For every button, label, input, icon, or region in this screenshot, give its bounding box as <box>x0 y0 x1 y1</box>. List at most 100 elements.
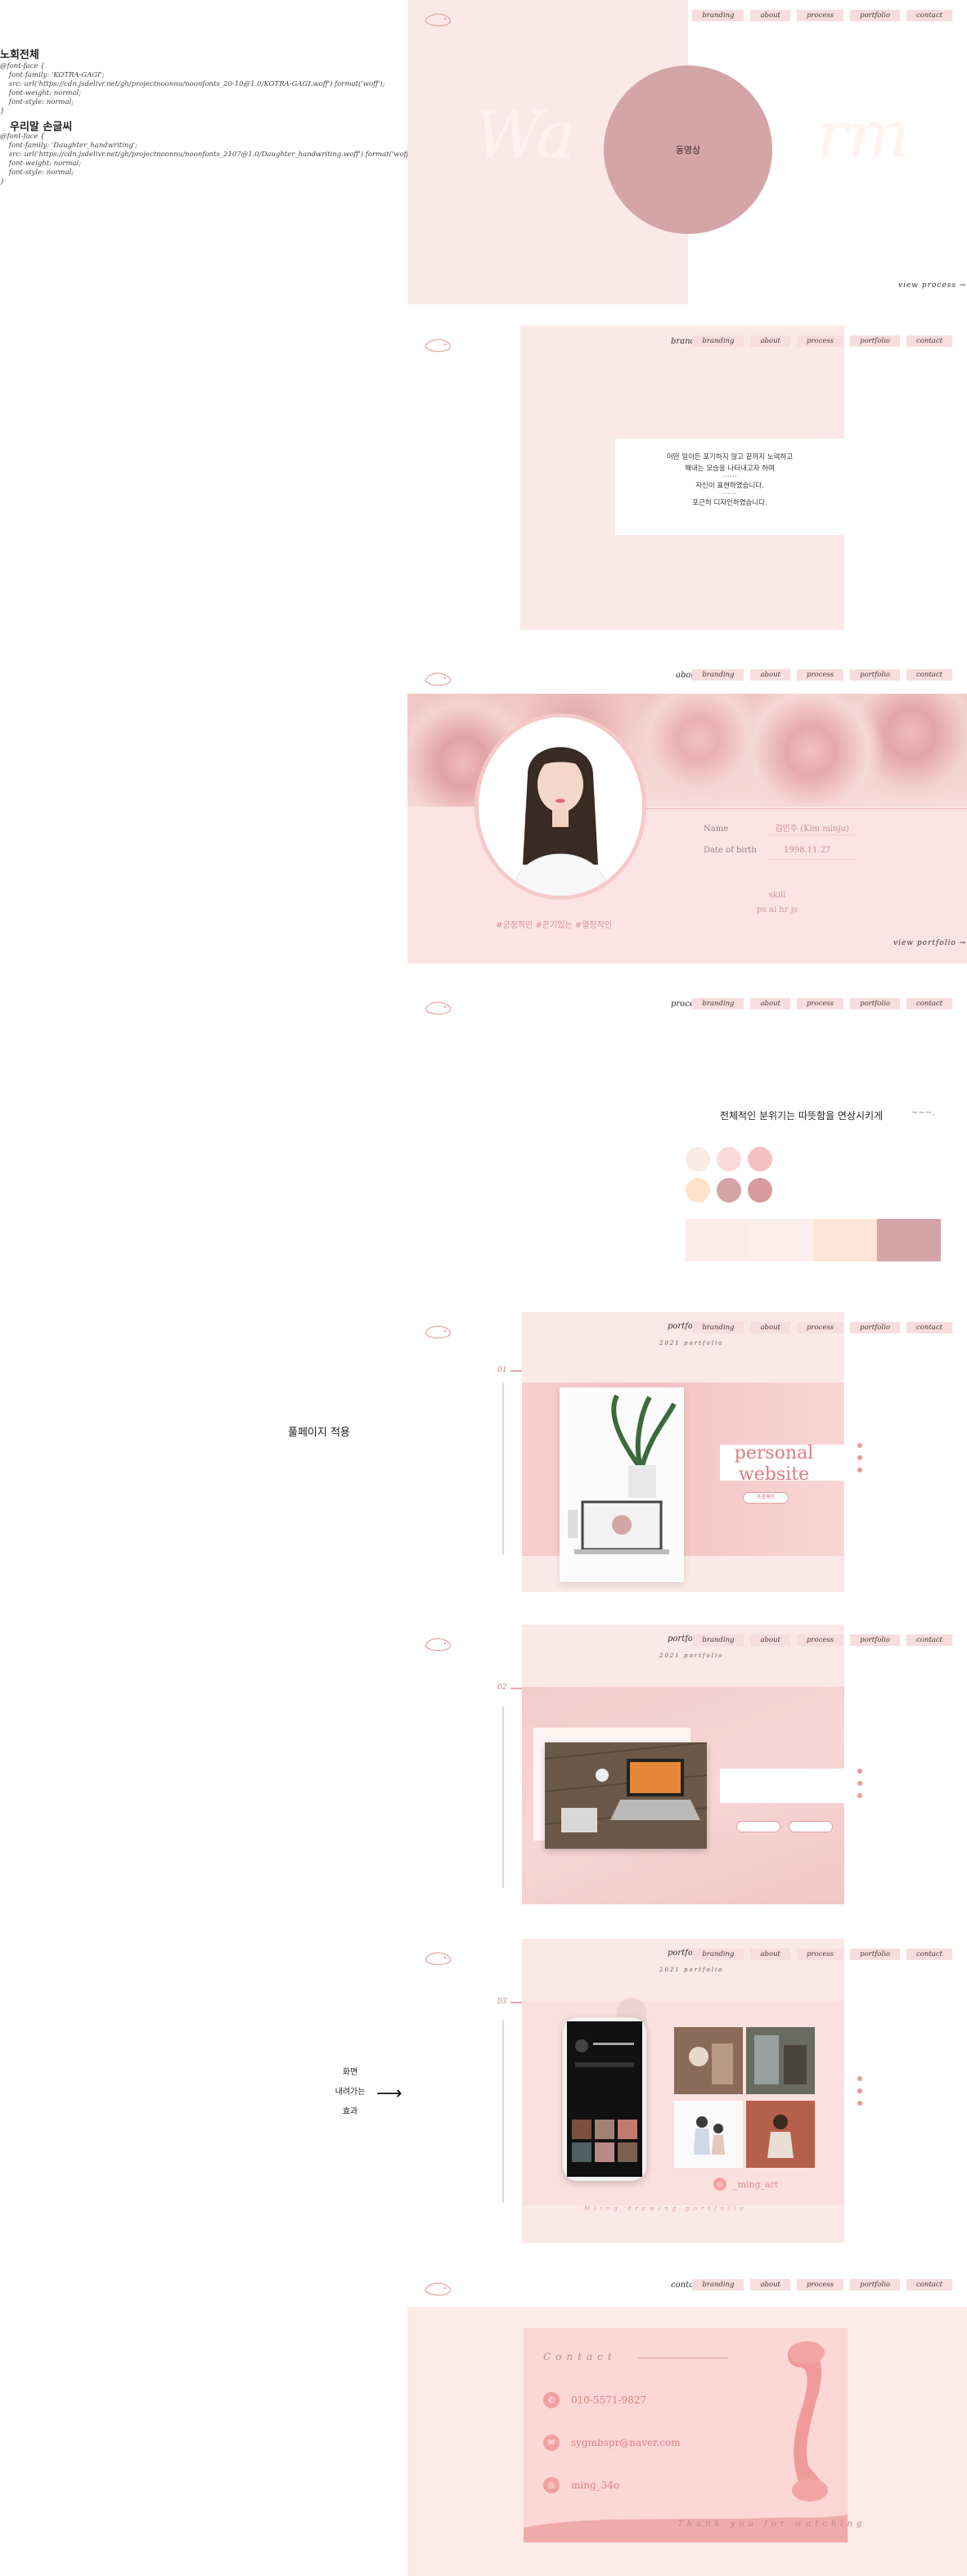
nav-branding[interactable]: branding <box>692 1949 744 1960</box>
font-code-block-2: @font-face { font-family: 'Daughter_hand… <box>0 133 416 186</box>
birth-label: Date of birth <box>704 846 757 855</box>
dot-3[interactable] <box>857 1468 862 1472</box>
nav-portfolio[interactable]: portfolio <box>850 1322 900 1333</box>
dot-2[interactable] <box>857 1455 862 1460</box>
nav-about[interactable]: about <box>750 669 790 681</box>
nav-contact[interactable]: contact <box>906 1322 952 1333</box>
instagram-handle[interactable]: ◎ _ming_art <box>713 2178 778 2191</box>
nav-contact[interactable]: contact <box>906 669 952 681</box>
nav-process[interactable]: process <box>796 1322 844 1333</box>
slide-about: about branding about process portfolio c… <box>407 659 967 964</box>
phone-text: 010-5571-9827 <box>571 2394 647 2406</box>
nav-portfolio[interactable]: portfolio <box>850 1634 900 1646</box>
dot-1[interactable] <box>857 1769 862 1774</box>
nav-contact[interactable]: contact <box>906 2279 952 2291</box>
logo-icon[interactable] <box>422 669 455 689</box>
portfolio-footer-text: Miing drawing portfolio <box>584 2205 748 2212</box>
nav-contact[interactable]: contact <box>906 335 952 347</box>
logo-icon[interactable] <box>422 335 455 355</box>
portfolio-subtitle: 2021 portfolio <box>659 1967 724 1973</box>
contact-email[interactable]: ✉ sygmbspr@naver.com <box>543 2434 681 2451</box>
view-process-link[interactable]: view process → <box>898 281 966 290</box>
nav-contact[interactable]: contact <box>906 10 952 21</box>
nav-portfolio[interactable]: portfolio <box>850 669 900 681</box>
nav-portfolio[interactable]: portfolio <box>850 1949 900 1960</box>
nav-about[interactable]: about <box>750 1322 790 1333</box>
nav-process[interactable]: process <box>796 1634 844 1646</box>
logo-icon[interactable] <box>422 998 455 1018</box>
nav-about[interactable]: about <box>750 1634 790 1646</box>
view-portfolio-link[interactable]: view portfolio → <box>893 939 966 947</box>
nav-branding[interactable]: branding <box>692 2279 744 2291</box>
logo-icon[interactable] <box>422 1949 455 1968</box>
nav-branding[interactable]: branding <box>692 10 744 21</box>
nav-branding[interactable]: branding <box>692 1634 744 1646</box>
dot-1[interactable] <box>857 1443 862 1448</box>
nav-process[interactable]: process <box>796 1949 844 1960</box>
top-nav: branding about process portfolio contact <box>692 669 952 681</box>
portfolio-subtitle: 2021 portfolio <box>659 1340 724 1346</box>
dot-1[interactable] <box>857 2076 862 2081</box>
logo-icon[interactable] <box>422 10 455 29</box>
project-button[interactable]: 프로젝트 <box>743 1492 789 1504</box>
instagram-icon: ◎ <box>713 2178 726 2191</box>
nav-process[interactable]: process <box>796 335 844 347</box>
desk-photo <box>544 1742 708 1849</box>
profile-photo <box>475 713 646 900</box>
dot-3[interactable] <box>857 1793 862 1798</box>
branding-line-1b: 해내는 모습을 나타내고자 하며 <box>685 465 775 473</box>
nav-process[interactable]: process <box>796 10 844 21</box>
process-tilde: ~~~. <box>911 1108 935 1117</box>
logo-icon[interactable] <box>422 1322 455 1342</box>
nav-portfolio[interactable]: portfolio <box>850 10 900 21</box>
nav-branding[interactable]: branding <box>692 669 744 681</box>
nav-about[interactable]: about <box>750 335 790 347</box>
nav-contact[interactable]: contact <box>906 1949 952 1960</box>
video-circle[interactable]: 동영상 <box>604 65 772 234</box>
timeline-line <box>502 1706 504 1888</box>
nav-about[interactable]: about <box>750 10 790 21</box>
mail-icon: ✉ <box>543 2434 560 2451</box>
nav-about[interactable]: about <box>750 2279 790 2291</box>
skill-values: ps ai hr js <box>757 906 798 915</box>
logo-icon[interactable] <box>422 1634 455 1654</box>
portfolio-subtitle: 2021 portfolio <box>659 1652 724 1659</box>
nav-process[interactable]: process <box>796 669 844 681</box>
branding-line-3: 포근히 디자인하였습니다. <box>692 499 767 507</box>
logo-icon[interactable] <box>422 2279 455 2299</box>
font-code-block-1: @font-face { font-family: 'KOTRA-GAGI'; … <box>0 62 385 115</box>
dot-3[interactable] <box>857 2101 862 2106</box>
dot-2[interactable] <box>857 1781 862 1786</box>
contact-instagram[interactable]: ◎ ming_34o <box>543 2477 619 2493</box>
branding-text-box: 어떤 일이든 포기하지 않고 끝까지 노력하고 해내는 모습을 나타내고자 하며… <box>615 438 844 535</box>
contact-phone[interactable]: ✆ 010-5571-9827 <box>543 2392 646 2408</box>
color-strip-block <box>686 1219 749 1261</box>
color-strip-block <box>877 1219 941 1261</box>
nav-branding[interactable]: branding <box>692 335 744 347</box>
project-button-2[interactable] <box>789 1821 833 1832</box>
nav-branding[interactable]: branding <box>692 998 744 1009</box>
artwork-thumb-3 <box>674 2101 743 2168</box>
top-nav: branding about process portfolio contact <box>692 2279 952 2291</box>
nav-process[interactable]: process <box>796 998 844 1009</box>
dot-2[interactable] <box>857 2088 862 2093</box>
nav-portfolio[interactable]: portfolio <box>850 998 900 1009</box>
birth-underline <box>767 859 856 860</box>
nav-about[interactable]: about <box>750 998 790 1009</box>
slide-branding: branding branding about process portfoli… <box>407 326 967 630</box>
nav-process[interactable]: process <box>796 2279 844 2291</box>
ghost-text-left: Wa <box>475 97 575 173</box>
nav-portfolio[interactable]: portfolio <box>850 2279 900 2291</box>
nav-about[interactable]: about <box>750 1949 790 1960</box>
artwork-thumb-1 <box>674 2027 743 2094</box>
slide-portfolio-3: portfolio 2021 portfolio branding about … <box>407 1939 967 2243</box>
nav-contact[interactable]: contact <box>906 1634 952 1646</box>
top-nav: branding about process portfolio contact <box>692 10 952 21</box>
color-swatch <box>748 1178 772 1203</box>
personality-tags: #긍정적인 #끈기있는 #열정적인 <box>496 921 612 930</box>
nav-contact[interactable]: contact <box>906 998 952 1009</box>
nav-branding[interactable]: branding <box>692 1322 744 1333</box>
nav-portfolio[interactable]: portfolio <box>850 335 900 347</box>
number-line <box>510 2002 522 2003</box>
project-button-1[interactable] <box>736 1821 780 1832</box>
